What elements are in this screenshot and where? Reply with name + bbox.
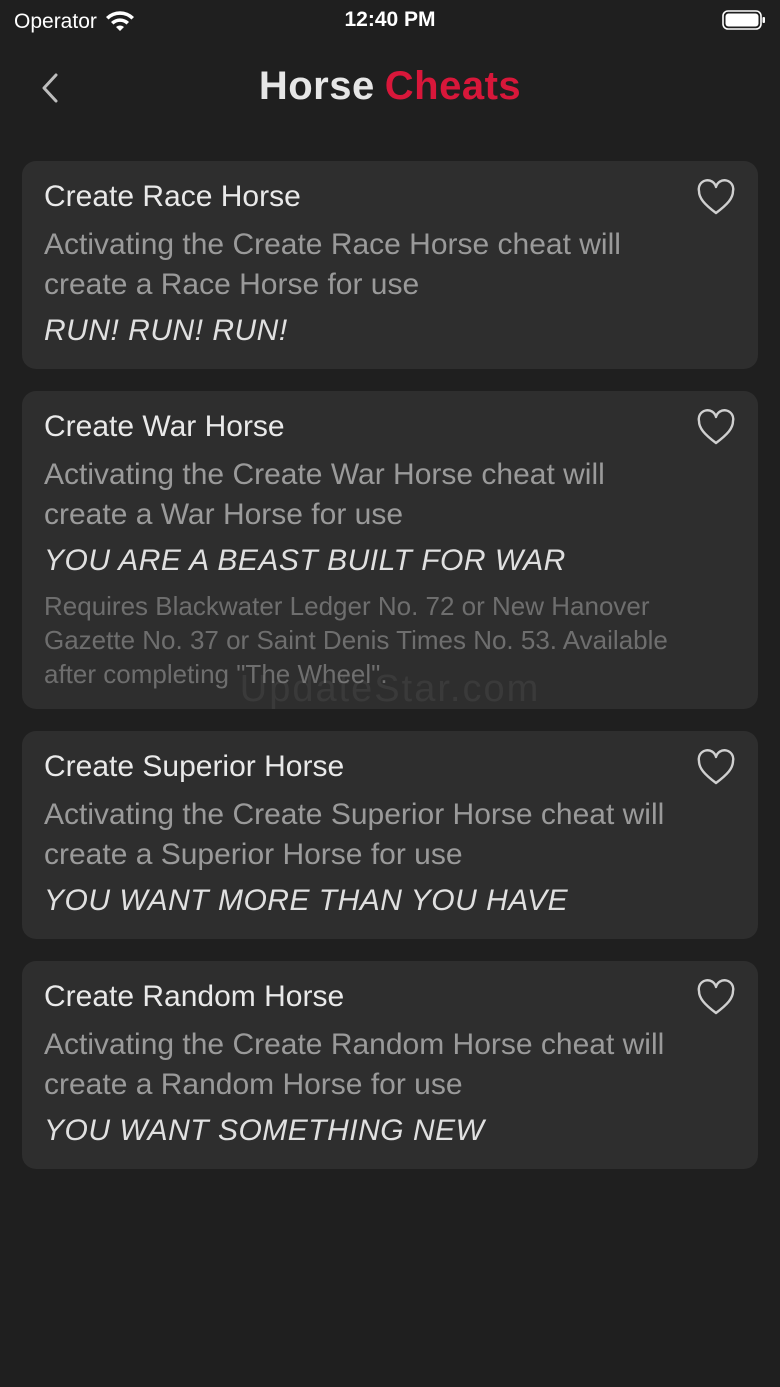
cheat-code: RUN! RUN! RUN! bbox=[44, 314, 288, 347]
cheat-title: Create Random Horse bbox=[44, 980, 345, 1013]
cheat-description: Activating the Create Random Horse cheat… bbox=[44, 1028, 665, 1101]
cheat-title: Create Superior Horse bbox=[44, 750, 345, 783]
status-bar: Operator 12:40 PM bbox=[0, 0, 780, 44]
cheat-card[interactable]: Create Race Horse Activating the Create … bbox=[22, 161, 758, 369]
cheat-code: YOU WANT SOMETHING NEW bbox=[44, 1114, 485, 1147]
cheat-title: Create Race Horse bbox=[44, 180, 301, 213]
favorite-heart-icon[interactable] bbox=[696, 749, 736, 787]
page-title-part1: Horse bbox=[258, 64, 375, 108]
cheat-card[interactable]: Create Superior Horse Activating the Cre… bbox=[22, 731, 758, 939]
cheat-code: YOU WANT MORE THAN YOU HAVE bbox=[44, 884, 569, 917]
favorite-heart-icon[interactable] bbox=[696, 179, 736, 217]
status-time: 12:40 PM bbox=[344, 8, 436, 31]
cheat-description: Activating the Create Race Horse cheat w… bbox=[44, 228, 621, 301]
battery-icon bbox=[722, 10, 765, 30]
cheat-code: YOU ARE A BEAST BUILT FOR WAR bbox=[44, 544, 566, 577]
favorite-heart-icon[interactable] bbox=[696, 409, 736, 447]
nav-bar: Horse Cheats bbox=[0, 44, 780, 134]
cheat-list: Create Race Horse Activating the Create … bbox=[22, 161, 758, 1191]
cheat-description: Activating the Create Superior Horse che… bbox=[44, 798, 665, 871]
cheat-description: Activating the Create War Horse cheat wi… bbox=[44, 458, 605, 531]
cheat-card[interactable]: Create War Horse Activating the Create W… bbox=[22, 391, 758, 709]
cheat-title: Create War Horse bbox=[44, 410, 285, 443]
cheat-requirement-note: Requires Blackwater Ledger No. 72 or New… bbox=[44, 591, 668, 689]
favorite-heart-icon[interactable] bbox=[696, 979, 736, 1017]
page-title-part2: Cheats bbox=[384, 64, 522, 108]
cheat-card[interactable]: Create Random Horse Activating the Creat… bbox=[22, 961, 758, 1169]
page-title: Horse Cheats bbox=[0, 64, 780, 109]
